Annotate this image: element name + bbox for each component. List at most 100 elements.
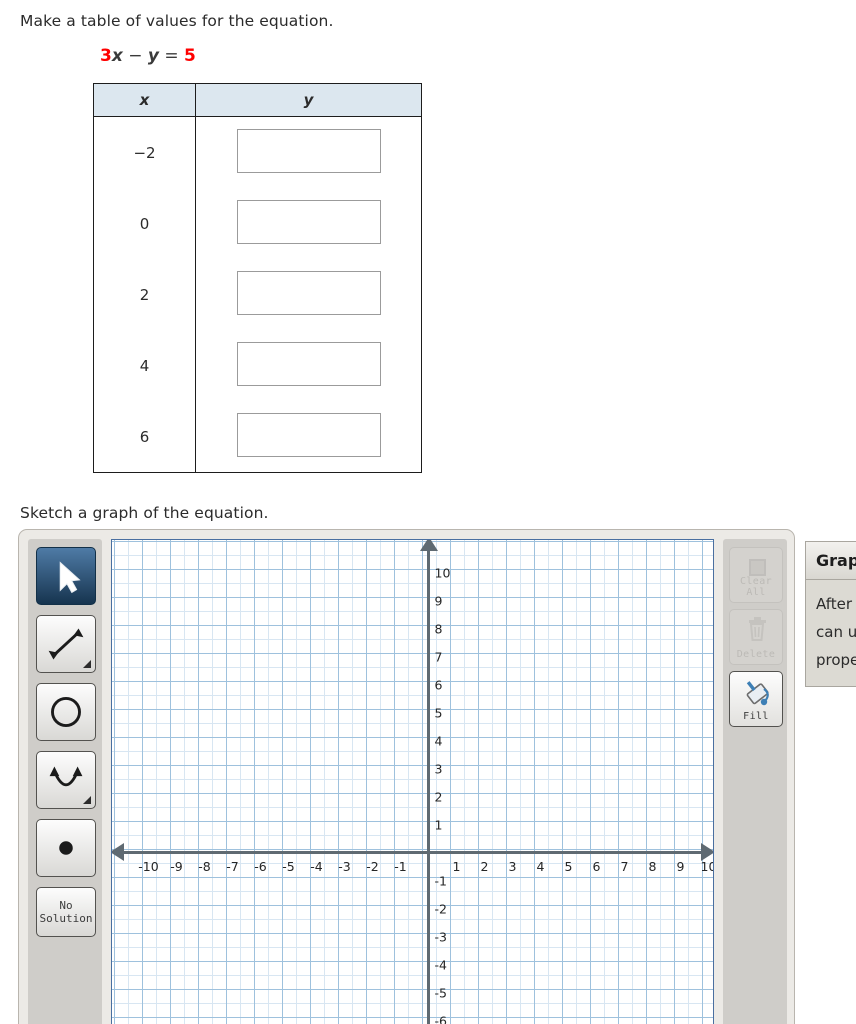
select-tool[interactable]	[36, 547, 96, 605]
x-tick-label: 9	[676, 858, 685, 874]
table-row: 2	[93, 259, 422, 330]
parabola-tool-menu-indicator[interactable]	[83, 796, 91, 804]
fill-button[interactable]: Fill	[729, 671, 783, 727]
table-row: 4	[93, 330, 422, 401]
graph-help-panel: Graph After can u prope	[805, 541, 856, 687]
y-tick-label: 3	[434, 761, 443, 776]
x-tick-label: -6	[254, 858, 267, 874]
trash-icon	[749, 617, 766, 641]
y-input-field[interactable]	[236, 128, 381, 173]
y-input-field[interactable]	[236, 412, 381, 457]
circle-tool[interactable]	[36, 683, 96, 741]
equation-variable-x: x	[111, 46, 123, 66]
drawing-toolbar: No Solution	[28, 539, 102, 1024]
help-line: prope	[816, 651, 856, 669]
x-tick-label: -1	[394, 858, 407, 874]
y-tick-label: -1	[434, 873, 447, 888]
x-tick-label: -2	[366, 858, 379, 874]
delete-label: Delete	[736, 649, 776, 660]
graphing-tool: No Solution -10 -9 -8 -7 -6 -5 -4 -3 -2 -1 1 2 3 4 5 6 7…	[18, 529, 795, 1024]
y-tick-label: 2	[434, 789, 443, 804]
fill-label: Fill	[743, 711, 769, 722]
x-tick-label: -3	[338, 858, 351, 874]
no-solution-label-line2: Solution	[39, 912, 93, 925]
y-tick-label: 6	[434, 677, 443, 692]
no-solution-tool[interactable]: No Solution	[36, 887, 96, 937]
x-tick-label: -5	[282, 858, 295, 874]
table-instruction: Make a table of values for the equation.	[20, 12, 334, 30]
circle-icon	[51, 697, 81, 727]
column-header-y: y	[195, 83, 422, 117]
x-tick-label: 2	[480, 858, 489, 874]
x-axis	[120, 851, 705, 854]
y-tick-label: 9	[434, 593, 443, 608]
x-tick-label: 3	[508, 858, 517, 874]
table-row: 0	[93, 188, 422, 259]
y-tick-label: -3	[434, 929, 447, 944]
x-tick-label: 5	[564, 858, 573, 874]
table-row: 6	[93, 401, 422, 473]
table-row: −2	[93, 116, 422, 188]
y-value-cell	[195, 116, 422, 188]
x-tick-label: -7	[226, 858, 239, 874]
equation-variable-y: y	[147, 46, 159, 66]
y-input-field[interactable]	[236, 270, 381, 315]
y-tick-label: -2	[434, 901, 447, 916]
y-axis	[427, 548, 430, 1024]
y-tick-label: 5	[434, 705, 443, 720]
y-tick-label: 4	[434, 733, 443, 748]
y-tick-label: -6	[434, 1013, 447, 1024]
actions-toolbar: Clear All Delete Fill	[723, 539, 787, 1024]
paint-bucket-icon	[746, 681, 769, 706]
x-tick-label: 6	[592, 858, 601, 874]
point-tool[interactable]	[36, 819, 96, 877]
x-tick-label: 8	[648, 858, 657, 874]
coordinate-plane[interactable]: -10 -9 -8 -7 -6 -5 -4 -3 -2 -1 1 2 3 4 5 6 7 8 9 10 10 9 8 7 6 5 4…	[111, 539, 714, 1024]
x-value-cell: 0	[93, 188, 196, 259]
y-axis-up-arrow	[420, 540, 438, 551]
y-value-cell	[195, 259, 422, 330]
no-solution-label-line1: No	[59, 899, 73, 912]
line-tool[interactable]	[36, 615, 96, 673]
x-tick-label: 10	[700, 858, 713, 874]
equation-equals-sign: =	[158, 46, 185, 66]
y-tick-label: 10	[434, 565, 451, 580]
help-line: After	[816, 595, 853, 613]
parabola-tool[interactable]	[36, 751, 96, 809]
x-tick-label: -9	[170, 858, 183, 874]
line-tool-menu-indicator[interactable]	[83, 660, 91, 668]
x-value-cell: 4	[93, 330, 196, 401]
y-input-field[interactable]	[236, 199, 381, 244]
x-tick-label: -8	[198, 858, 211, 874]
y-tick-label: 1	[434, 817, 443, 832]
y-value-cell	[195, 401, 422, 473]
delete-button[interactable]: Delete	[729, 609, 783, 665]
help-panel-title: Graph	[806, 542, 856, 580]
x-tick-label: -10	[138, 858, 159, 874]
x-tick-label: -4	[310, 858, 323, 874]
clear-all-label: Clear All	[739, 576, 773, 598]
x-tick-label: 4	[536, 858, 545, 874]
column-header-x: x	[93, 83, 196, 117]
x-value-cell: −2	[93, 116, 196, 188]
y-tick-label: 7	[434, 649, 443, 664]
table-header-row: x y	[93, 83, 422, 117]
pointer-icon	[59, 561, 81, 594]
x-value-cell: 2	[93, 259, 196, 330]
worksheet-page: Make a table of values for the equation.…	[0, 0, 856, 1024]
major-gridlines	[112, 540, 713, 1024]
values-table: x y −2 0 2 4 6	[93, 83, 422, 473]
y-tick-label: -4	[434, 957, 447, 972]
y-value-cell	[195, 330, 422, 401]
x-tick-label: 1	[452, 858, 461, 874]
x-axis-left-arrow	[112, 843, 124, 861]
y-value-cell	[195, 188, 422, 259]
equation-minus-sign: −	[122, 46, 148, 66]
clear-all-button[interactable]: Clear All	[729, 547, 783, 603]
y-input-field[interactable]	[236, 341, 381, 386]
equation-display: 3x − y = 5	[100, 46, 196, 66]
x-value-cell: 6	[93, 401, 196, 473]
equation-constant: 5	[184, 46, 196, 66]
y-tick-label: -5	[434, 985, 447, 1000]
graph-instruction: Sketch a graph of the equation.	[20, 504, 269, 522]
